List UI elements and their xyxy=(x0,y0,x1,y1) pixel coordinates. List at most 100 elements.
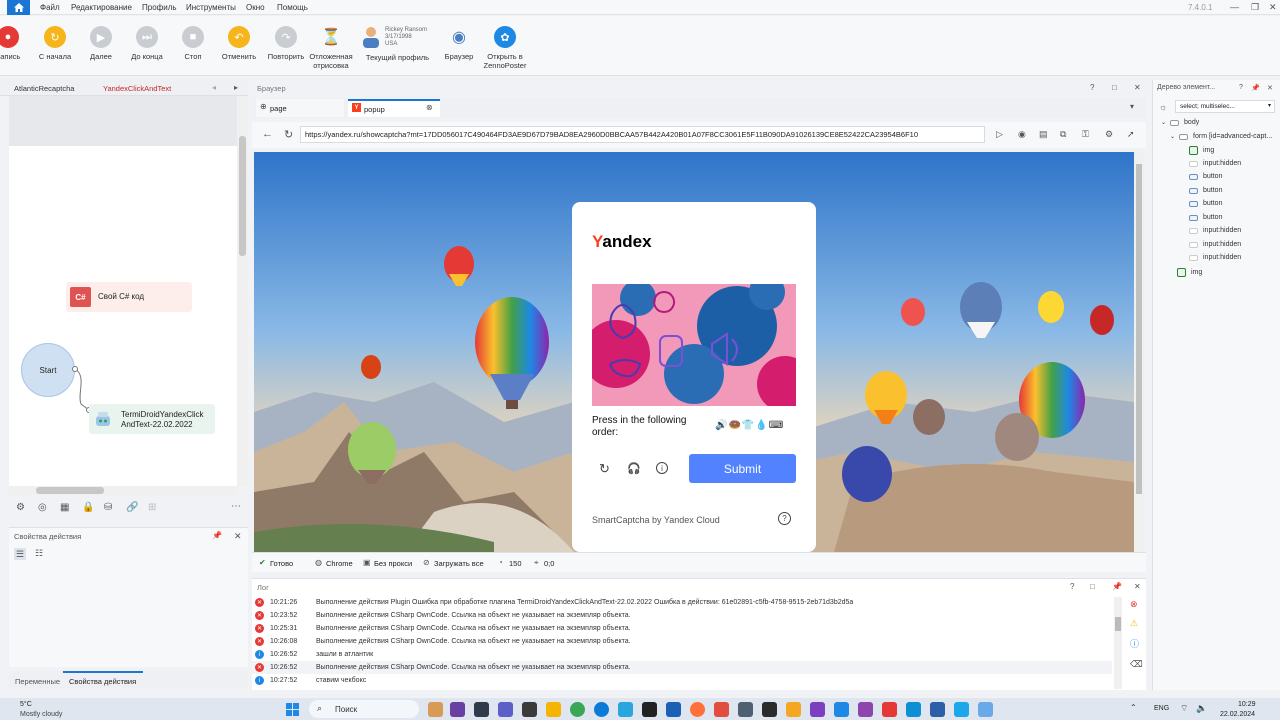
taskbar-search[interactable]: ⌕ Поиск xyxy=(309,700,419,718)
log-maximize-icon[interactable]: □ xyxy=(1090,582,1095,591)
cookies-icon[interactable]: ⚙ xyxy=(1105,129,1113,140)
screenshot-icon[interactable]: ⧉ xyxy=(1060,129,1066,140)
tree-close-icon[interactable]: ✕ xyxy=(1267,84,1273,92)
tree-node-button[interactable]: button xyxy=(1189,173,1222,180)
add-icon[interactable]: ⊞ xyxy=(148,502,156,513)
horizontal-scroll-thumb[interactable] xyxy=(36,487,104,494)
app-icon[interactable] xyxy=(618,702,633,717)
app-icon[interactable] xyxy=(762,702,777,717)
play-icon[interactable]: ▷ xyxy=(996,129,1003,140)
menu-edit[interactable]: Редактирование xyxy=(71,3,132,12)
tree-node-button[interactable]: button xyxy=(1189,200,1222,207)
edge-icon[interactable] xyxy=(594,702,609,717)
selector-dropdown[interactable]: select; multiselec... ▾ xyxy=(1175,100,1275,113)
app-icon[interactable] xyxy=(450,702,465,717)
tab-page[interactable]: ⊕ page xyxy=(256,99,344,117)
app-icon[interactable] xyxy=(930,702,945,717)
database-icon[interactable]: ⛁ xyxy=(104,502,112,513)
tab-atlantic-recaptcha[interactable]: AtlanticRecaptcha xyxy=(14,84,74,93)
tree-node-button[interactable]: button xyxy=(1189,214,1222,221)
tree-node-img[interactable]: img xyxy=(1189,146,1214,155)
language-indicator[interactable]: ENG xyxy=(1154,705,1169,712)
weather-desc[interactable]: Mostly cloudy xyxy=(20,711,62,718)
app-icon[interactable] xyxy=(642,702,657,717)
tab-scroll-right-icon[interactable]: ▸ xyxy=(234,83,238,92)
link-icon[interactable]: 🔗 xyxy=(126,502,138,513)
lock-icon[interactable]: 🔒 xyxy=(82,502,94,513)
tree-node-body[interactable]: ⌄ body xyxy=(1161,119,1199,126)
tab-close-icon[interactable]: ⊗ xyxy=(426,103,433,112)
minimize-icon[interactable]: — xyxy=(1230,2,1239,12)
captcha-refresh-icon[interactable]: ↻ xyxy=(599,461,610,477)
help-icon[interactable]: ? xyxy=(1090,83,1094,92)
home-button[interactable] xyxy=(7,0,30,15)
tree-node-input[interactable]: input:hidden xyxy=(1189,241,1241,248)
canvas-vertical-scrollbar[interactable] xyxy=(237,96,248,486)
app-icon[interactable] xyxy=(666,702,681,717)
tab-action-properties[interactable]: Свойства действия xyxy=(69,677,136,686)
list-view-icon[interactable]: ☰ xyxy=(14,548,26,560)
tree-node-input[interactable]: input:hidden xyxy=(1189,227,1241,234)
browser-vertical-scrollbar[interactable] xyxy=(1134,152,1144,552)
csharp-node[interactable]: C# Свой C# код xyxy=(66,282,192,312)
app-icon[interactable] xyxy=(522,702,537,717)
doc-view-icon[interactable]: ☷ xyxy=(35,548,43,559)
user-icon[interactable]: ◎ xyxy=(38,502,47,513)
file-explorer-icon[interactable] xyxy=(428,702,443,717)
url-input[interactable]: https://yandex.ru/showcaptcha?mt=17DD056… xyxy=(300,126,985,143)
log-row[interactable]: ✕ 10:26:08 Выполнение действия CSharp OwnC… xyxy=(252,635,1112,648)
captcha-help-icon[interactable]: ? xyxy=(778,512,791,525)
termidroid-node[interactable]: TermiDroidYandexClick AndText-22.02.2022 xyxy=(89,404,215,434)
log-row[interactable]: ✕ 10:23:52 Выполнение действия CSharp OwnC… xyxy=(252,609,1112,622)
record-page-icon[interactable]: ◉ xyxy=(1018,129,1026,140)
captcha-audio-icon[interactable]: 🎧 xyxy=(627,462,641,475)
menu-window[interactable]: Окно xyxy=(246,3,265,12)
open-zennoposter-button[interactable]: ✿ Открыть в ZennoPoster xyxy=(475,26,535,70)
pin-icon[interactable]: 📌 xyxy=(212,531,222,540)
tree-node-button[interactable]: button xyxy=(1189,187,1222,194)
log-row[interactable]: i 10:27:52 ставим чекбокс xyxy=(252,674,1112,687)
clock-date[interactable]: 22.02.2024 xyxy=(1220,711,1255,718)
app-icon[interactable] xyxy=(714,702,729,717)
app-icon[interactable] xyxy=(786,702,801,717)
clear-log-icon[interactable]: ⌫ xyxy=(1130,659,1143,670)
sun-icon[interactable]: ☼ xyxy=(1159,102,1167,112)
log-close-icon[interactable]: ✕ xyxy=(1134,582,1141,591)
app-icon[interactable] xyxy=(546,702,561,717)
telegram-icon[interactable] xyxy=(954,702,969,717)
vertical-scroll-thumb[interactable] xyxy=(239,136,246,256)
menu-tools[interactable]: Инструменты xyxy=(186,3,236,12)
log-row[interactable]: ✕ 10:25:31 Выполнение действия CSharp OwnC… xyxy=(252,622,1112,635)
start-node[interactable]: Start xyxy=(21,343,75,397)
close-icon[interactable]: ✕ xyxy=(1269,2,1277,13)
more-icon[interactable]: ⋯ xyxy=(231,501,241,512)
volume-icon[interactable]: 🔈 xyxy=(1196,703,1207,714)
tab-scroll-left-icon[interactable]: ◂ xyxy=(212,83,216,92)
pointer-icon[interactable]: ➚ xyxy=(1127,129,1135,140)
app-icon[interactable] xyxy=(906,702,921,717)
submit-button[interactable]: Submit xyxy=(689,454,796,483)
tray-chevron-icon[interactable]: ⌃ xyxy=(1130,703,1137,712)
log-pin-icon[interactable]: 📌 xyxy=(1112,582,1122,591)
zennoposter-taskbar-icon[interactable] xyxy=(834,702,849,717)
canvas-horizontal-scrollbar[interactable] xyxy=(9,486,237,495)
filter-info-icon[interactable]: ⓘ xyxy=(1130,637,1139,650)
panel-maximize-icon[interactable]: □ xyxy=(1112,83,1117,92)
app-icon[interactable] xyxy=(978,702,993,717)
visual-studio-icon[interactable] xyxy=(858,702,873,717)
browser-scroll-thumb[interactable] xyxy=(1136,164,1142,494)
menu-profile[interactable]: Профиль xyxy=(142,3,177,12)
menu-help[interactable]: Помощь xyxy=(277,3,308,12)
refresh-icon[interactable]: ↻ xyxy=(284,128,293,141)
visual-studio-icon[interactable] xyxy=(810,702,825,717)
status-engine[interactable]: Chrome xyxy=(326,559,353,568)
log-scrollbar[interactable] xyxy=(1114,597,1122,689)
log-row[interactable]: ✕ 10:26:52 Выполнение действия CSharp OwnC… xyxy=(252,661,1112,674)
tree-node-input[interactable]: input:hidden xyxy=(1189,160,1241,167)
app-icon[interactable] xyxy=(738,702,753,717)
tab-yandex-click-and-text[interactable]: YandexClickAndText xyxy=(103,84,171,93)
browser-viewport[interactable]: Yandex Press in the following order: 🔊🍩👕… xyxy=(254,152,1134,552)
firefox-icon[interactable] xyxy=(690,702,705,717)
tree-node-img[interactable]: img xyxy=(1177,268,1202,277)
clock-time[interactable]: 10:29 xyxy=(1238,701,1256,708)
